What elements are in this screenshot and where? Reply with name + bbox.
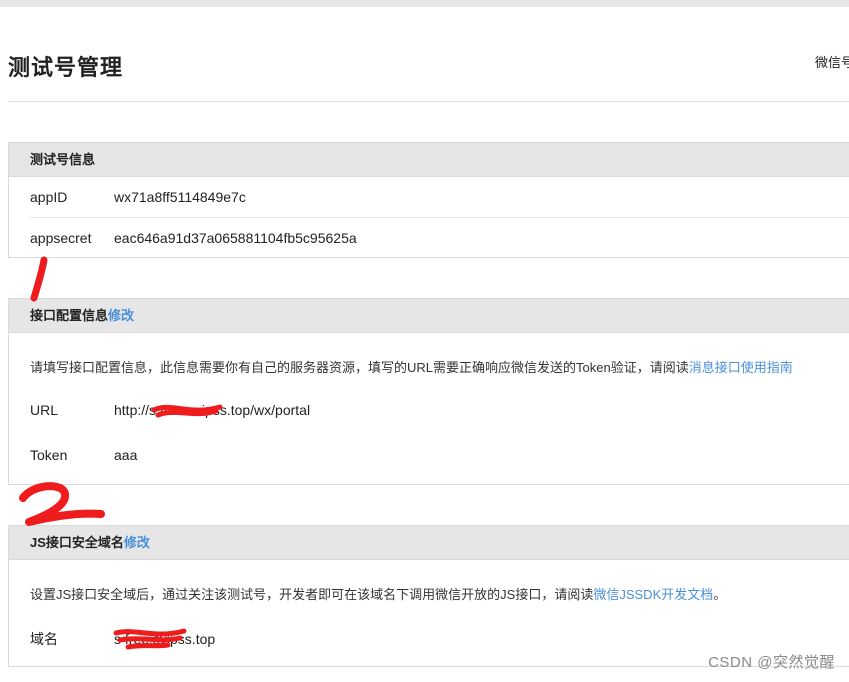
title-divider bbox=[8, 101, 849, 102]
page-title: 测试号管理 bbox=[8, 55, 124, 80]
panel-title: 测试号信息 bbox=[30, 152, 96, 167]
interface-description: 请填写接口配置信息，此信息需要你有自己的服务器资源，填写的URL需要正确响应微信… bbox=[30, 357, 793, 376]
description-end: 。 bbox=[713, 587, 727, 602]
panel-header: 测试号信息 bbox=[9, 143, 849, 177]
token-row: Token aaa bbox=[30, 447, 137, 463]
panel-header: 接口配置信息修改 bbox=[9, 299, 849, 333]
domain-value: s free.svipss.top bbox=[114, 631, 216, 647]
panel-title: 接口配置信息 bbox=[30, 308, 109, 323]
js-safe-domain-panel: JS接口安全域名修改 设置JS接口安全域后，通过关注该测试号，开发者即可在该域名… bbox=[8, 525, 849, 667]
token-value: aaa bbox=[114, 447, 138, 463]
jssdk-doc-link[interactable]: 微信JSSDK开发文档 bbox=[593, 587, 713, 602]
domain-row: 域名 s free.svipss.top bbox=[30, 629, 215, 649]
url-value: http://s free.svipss.top/wx/portal bbox=[114, 402, 311, 418]
csdn-watermark: CSDN @突然觉醒 bbox=[708, 654, 835, 671]
appsecret-label: appsecret bbox=[30, 230, 92, 246]
panel-header: JS接口安全域名修改 bbox=[9, 526, 849, 560]
message-guide-link[interactable]: 消息接口使用指南 bbox=[689, 360, 793, 375]
appid-label: appID bbox=[30, 189, 68, 205]
appid-value: wx71a8ff5114849e7c bbox=[114, 189, 246, 205]
row-divider bbox=[30, 217, 849, 218]
interface-config-panel: 接口配置信息修改 请填写接口配置信息，此信息需要你有自己的服务器资源，填写的UR… bbox=[8, 298, 849, 485]
edit-link[interactable]: 修改 bbox=[124, 535, 150, 550]
edit-link[interactable]: 修改 bbox=[108, 308, 134, 323]
description-text: 设置JS接口安全域后，通过关注该测试号，开发者即可在该域名下调用微信开放的JS接… bbox=[30, 587, 594, 602]
appsecret-row: appsecret eac646a91d37a065881104fb5c95625… bbox=[30, 230, 357, 246]
js-description: 设置JS接口安全域后，通过关注该测试号，开发者即可在该域名下调用微信开放的JS接… bbox=[30, 584, 726, 603]
top-strip bbox=[0, 0, 849, 7]
appid-row: appID wx71a8ff5114849e7c bbox=[30, 189, 246, 205]
appsecret-value: eac646a91d37a065881104fb5c95625a bbox=[114, 230, 357, 246]
wechat-account-link[interactable]: 微信号 bbox=[815, 52, 849, 71]
url-row: URL http://s free.svipss.top/wx/portal bbox=[30, 402, 310, 418]
url-label: URL bbox=[30, 402, 59, 418]
panel-title: JS接口安全域名 bbox=[30, 535, 124, 550]
handwritten-mark-1 bbox=[30, 256, 48, 302]
description-text: 请填写接口配置信息，此信息需要你有自己的服务器资源，填写的URL需要正确响应微信… bbox=[30, 360, 689, 375]
test-account-info-panel: 测试号信息 appID wx71a8ff5114849e7c appsecret e… bbox=[8, 142, 849, 258]
domain-label: 域名 bbox=[30, 631, 58, 647]
token-label: Token bbox=[30, 447, 68, 463]
